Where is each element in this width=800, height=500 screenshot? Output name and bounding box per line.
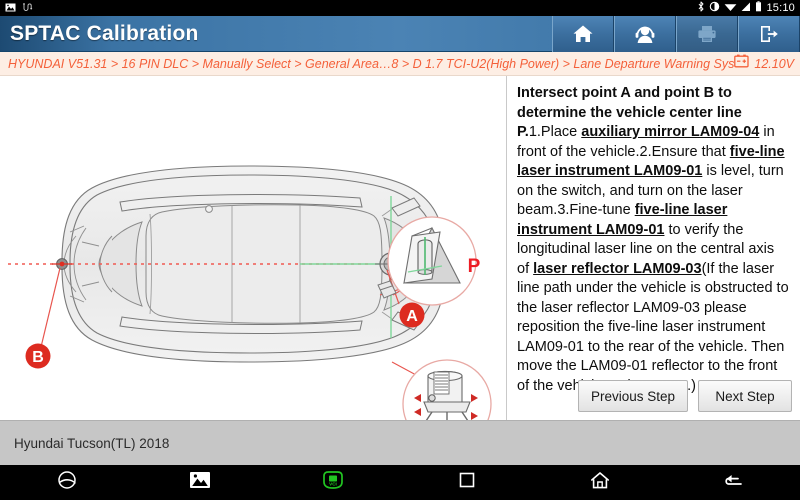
step3-emphasis-2: laser reflector LAM09-03 [533, 260, 702, 277]
browser-button[interactable] [0, 470, 133, 495]
title-bar-buttons [552, 15, 800, 52]
point-b-label: B [32, 349, 44, 366]
wifi-icon [724, 0, 737, 17]
exit-icon [758, 24, 780, 44]
back-button[interactable] [667, 471, 800, 494]
breadcrumb: HYUNDAI V51.31 > 16 PIN DLC > Manually S… [0, 52, 800, 76]
main-content: A B P Intersect point A and point B to d… [0, 76, 800, 420]
point-b-leader [40, 267, 61, 348]
vehicle-top-view-calibration-diagram: A B P [0, 76, 506, 420]
step-button-row: Previous Step Next Step [577, 380, 792, 412]
breadcrumb-path: HYUNDAI V51.31 > 16 PIN DLC > Manually S… [8, 56, 735, 71]
android-status-bar: 15:10 [0, 0, 800, 16]
image-icon [5, 0, 16, 17]
center-line-label: P [468, 256, 481, 277]
signal-icon [741, 0, 751, 17]
next-step-button[interactable]: Next Step [698, 380, 792, 412]
voltage-indicator: 12.10V [734, 54, 794, 73]
screenshot-button[interactable] [133, 471, 266, 494]
point-b-label-marker: B [25, 343, 51, 369]
printer-icon [696, 24, 718, 44]
instruction-panel[interactable]: Intersect point A and point B to determi… [507, 76, 800, 420]
home-icon [572, 24, 594, 44]
brightness-icon [709, 0, 720, 17]
laser-instrument-detail [402, 359, 492, 420]
headset-icon [634, 24, 656, 44]
status-bar-left-icons [5, 0, 33, 17]
point-a-label-marker: A [399, 302, 425, 328]
roof-sensor [205, 205, 213, 213]
app-title-bar: SPTAC Calibration [0, 15, 800, 52]
step2-pre: 2.Ensure that [639, 143, 730, 160]
step1-pre: 1.Place [528, 124, 582, 140]
android-nav-bar: VCI [0, 465, 800, 500]
usb-icon [22, 0, 33, 17]
vci-icon: VCI [320, 470, 346, 495]
vehicle-info-footer: Hyundai Tucson(TL) 2018 [0, 420, 800, 465]
svg-text:VCI: VCI [329, 481, 337, 486]
instruction-text: Intersect point A and point B to determi… [517, 84, 790, 396]
step1-emphasis: auxiliary mirror LAM09-04 [581, 124, 760, 140]
recents-icon [458, 471, 476, 494]
status-bar-clock: 15:10 [766, 2, 795, 14]
point-a-label: A [406, 308, 418, 325]
battery-icon [755, 0, 762, 17]
print-button[interactable] [676, 15, 738, 52]
vci-button[interactable]: VCI [267, 470, 400, 495]
home-nav-icon [590, 471, 610, 495]
step3-pre: 3.Fine-tune [557, 202, 635, 218]
vehicle-name: Hyundai Tucson(TL) 2018 [14, 435, 170, 451]
screenshot-icon [189, 471, 211, 494]
voltage-value: 12.10V [754, 56, 794, 71]
home-nav-button[interactable] [533, 471, 666, 495]
support-button[interactable] [614, 15, 676, 52]
auxiliary-mirror-detail [387, 216, 477, 306]
exit-button[interactable] [738, 15, 800, 52]
page-title: SPTAC Calibration [10, 21, 199, 45]
back-icon [722, 471, 744, 494]
previous-step-button[interactable]: Previous Step [577, 380, 688, 412]
app-root: 15:10 SPTAC Calibration HYUNDAI V51.31 >… [0, 0, 800, 500]
home-button[interactable] [552, 15, 614, 52]
recents-button[interactable] [400, 471, 533, 494]
car-battery-icon [734, 54, 750, 73]
bluetooth-icon [697, 0, 705, 17]
browser-icon [56, 470, 78, 495]
step3-post: (If the laser line path under the vehicl… [517, 260, 789, 394]
status-bar-right-icons: 15:10 [697, 0, 795, 17]
